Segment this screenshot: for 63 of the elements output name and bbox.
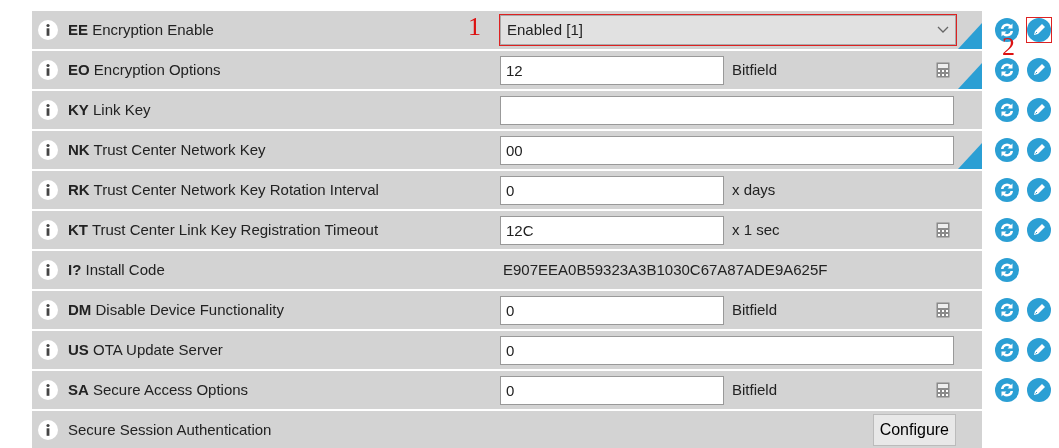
caret-icon[interactable] (937, 26, 949, 34)
refresh-icon[interactable] (995, 178, 1019, 202)
pencil-icon[interactable] (1027, 138, 1051, 162)
refresh-icon[interactable] (995, 218, 1019, 242)
setting-label: EE Encryption Enable (68, 19, 214, 40)
calculator-icon[interactable] (936, 302, 950, 318)
setting-label: EO Encryption Options (68, 59, 221, 80)
input-field[interactable]: 00 (500, 135, 954, 165)
calculator-icon[interactable] (936, 382, 950, 398)
pencil-icon[interactable] (1027, 58, 1051, 82)
calculator-icon[interactable] (936, 222, 950, 238)
refresh-icon[interactable] (995, 298, 1019, 322)
input-field[interactable]: 0 (500, 295, 724, 325)
pencil-icon[interactable] (1027, 218, 1051, 242)
refresh-icon[interactable] (995, 98, 1019, 122)
input-field[interactable]: 0 (500, 335, 954, 365)
setting-label: DM Disable Device Functionality (68, 299, 284, 320)
pencil-icon[interactable] (1027, 378, 1051, 402)
info-icon[interactable] (38, 100, 58, 120)
refresh-icon[interactable] (995, 378, 1019, 402)
setting-label: KY Link Key (68, 99, 151, 120)
unit-label: Bitfield (731, 379, 779, 400)
setting-label: SA Secure Access Options (68, 379, 249, 400)
info-icon[interactable] (38, 140, 58, 160)
input-field[interactable]: 12 (500, 55, 724, 85)
input-field[interactable]: 0 (500, 175, 724, 205)
info-icon[interactable] (38, 300, 58, 320)
value-text: E907EEA0B59323A3B1030C67A87ADE9A625F (502, 259, 828, 280)
input-field[interactable]: 0 (500, 375, 724, 405)
pencil-icon[interactable] (1027, 338, 1051, 362)
setting-label: KT Trust Center Link Key Registration Timeout (68, 219, 379, 240)
info-icon[interactable] (38, 420, 58, 440)
dropdown[interactable]: Enabled [1] (500, 15, 956, 45)
info-icon[interactable] (38, 380, 58, 400)
setting-label: Secure Session Authentication (68, 419, 272, 440)
unit-label: Bitfield (731, 59, 779, 80)
annotation-number: 1 (468, 14, 481, 40)
unit-label: Bitfield (731, 299, 779, 320)
annotation-number: 2 (1002, 34, 1015, 60)
input-field[interactable]: 12C (500, 215, 724, 245)
refresh-icon[interactable] (995, 338, 1019, 362)
setting-label: RK Trust Center Network Key Rotation Interval (68, 179, 379, 200)
info-icon[interactable] (38, 340, 58, 360)
configure-button[interactable]: Configure (872, 414, 956, 446)
refresh-icon[interactable] (995, 138, 1019, 162)
info-icon[interactable] (38, 60, 58, 80)
refresh-icon[interactable] (995, 58, 1019, 82)
info-icon[interactable] (38, 260, 58, 280)
setting-label: I? Install Code (68, 259, 165, 280)
calculator-icon[interactable] (936, 62, 950, 78)
refresh-icon[interactable] (995, 258, 1019, 282)
pencil-icon[interactable] (1027, 178, 1051, 202)
input-field[interactable] (500, 95, 954, 125)
setting-label: NK Trust Center Network Key (68, 139, 266, 160)
pencil-icon[interactable] (1027, 18, 1051, 42)
pencil-icon[interactable] (1027, 98, 1051, 122)
setting-label: US OTA Update Server (68, 339, 223, 360)
info-icon[interactable] (38, 220, 58, 240)
info-icon[interactable] (38, 180, 58, 200)
unit-label: x days (731, 179, 777, 200)
unit-label: x 1 sec (731, 219, 781, 240)
pencil-icon[interactable] (1027, 298, 1051, 322)
info-icon[interactable] (38, 20, 58, 40)
